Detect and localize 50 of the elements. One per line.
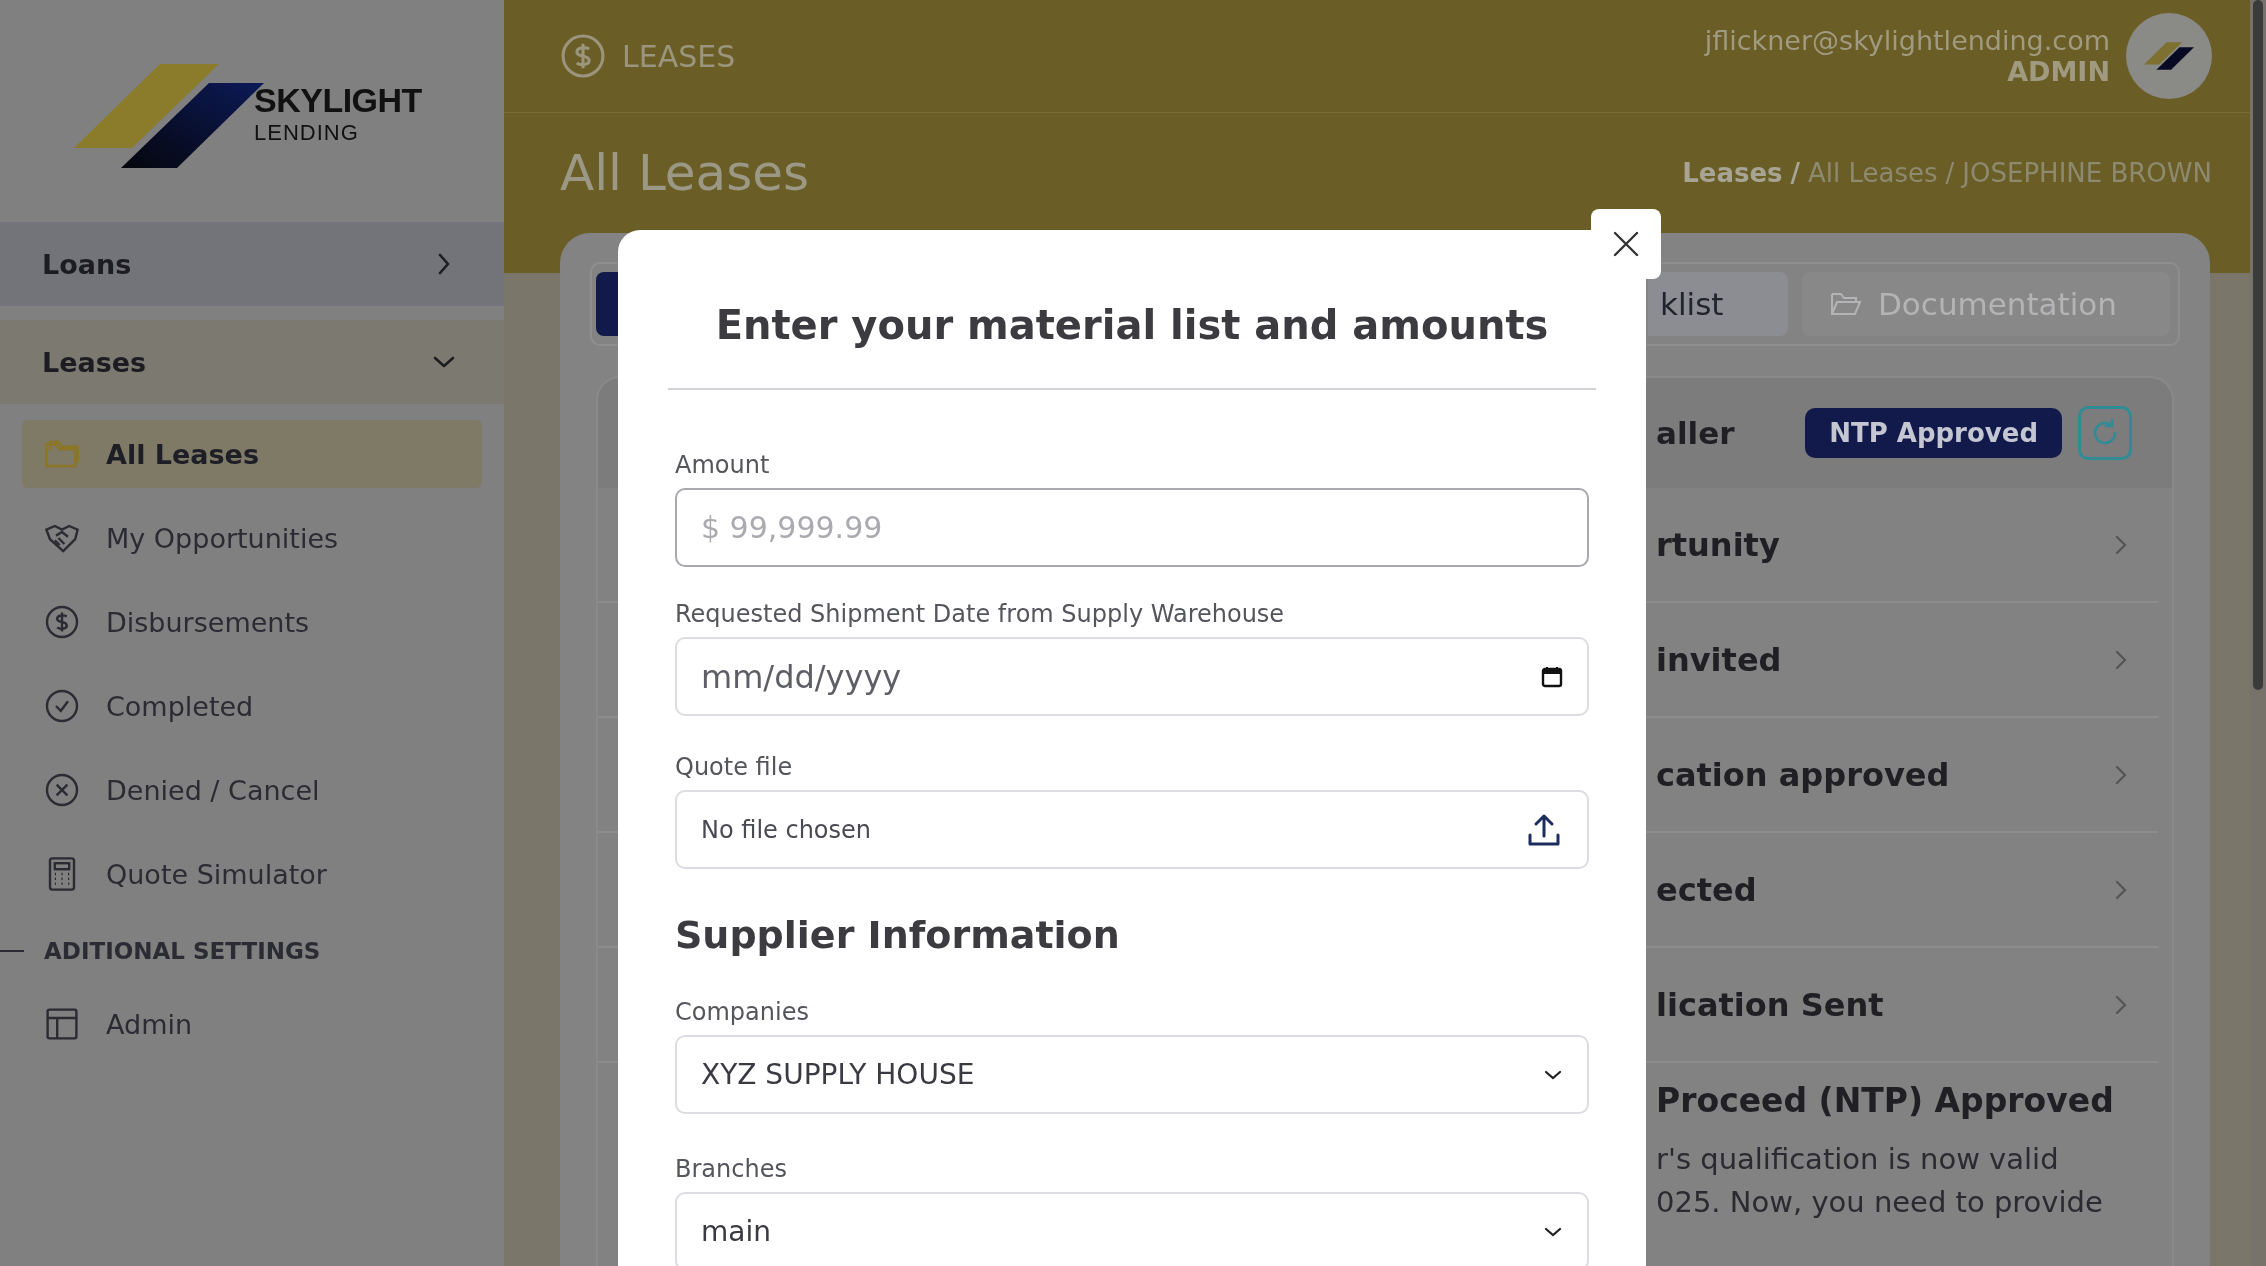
calendar-icon — [1541, 665, 1563, 688]
selected-tab[interactable] — [596, 272, 618, 336]
breadcrumb-separator: / — [1945, 158, 1955, 188]
amount-field[interactable]: $ 99,999.99 — [675, 488, 1589, 567]
layout-icon — [44, 1006, 80, 1042]
step-text: r's qualification is now valid — [1656, 1141, 2060, 1178]
section-title: LEASES — [622, 38, 736, 74]
user-email: jflickner@skylightlending.com — [1704, 25, 2110, 56]
modal-title: Enter your material list and amounts — [714, 301, 1550, 348]
breadcrumb-link[interactable]: Leases — [1682, 158, 1783, 188]
step-title: Proceed (NTP) Approved — [1656, 1081, 2115, 1120]
file-field[interactable]: No file chosen — [675, 790, 1589, 869]
folder-icon — [1830, 290, 1862, 318]
cross-icon — [44, 772, 80, 808]
logo-name: SKYLIGHT — [254, 80, 422, 120]
nav-group[interactable]: Loans — [0, 222, 504, 306]
select-field[interactable]: main — [675, 1192, 1589, 1266]
breadcrumb-separator: / — [1790, 158, 1801, 188]
section-heading: ADITIONAL SETTINGS — [44, 938, 321, 964]
dollar-icon — [560, 33, 606, 79]
nav-item[interactable]: Denied / Cancel — [22, 756, 482, 824]
select-field[interactable]: XYZ SUPPLY HOUSE — [675, 1035, 1589, 1114]
status-badge: NTP Approved — [1805, 408, 2062, 458]
page-title: All Leases — [560, 144, 810, 202]
caret-icon — [1543, 1225, 1563, 1238]
tab[interactable]: klist — [1648, 272, 1788, 336]
close-icon — [1612, 230, 1640, 258]
field-label: Branches — [675, 1154, 788, 1184]
field-label: Quote file — [675, 752, 794, 782]
user-role: ADMIN — [2007, 56, 2110, 87]
nav-item[interactable]: All Leases — [22, 420, 482, 488]
caret-icon — [1543, 1068, 1563, 1081]
date-field[interactable]: mm/dd/yyyy — [675, 637, 1589, 716]
check-icon — [44, 688, 80, 724]
logo-tagline: LENDING — [254, 119, 360, 146]
nav-item[interactable]: Disbursements — [22, 588, 482, 656]
field-label: Amount — [675, 450, 771, 480]
field-label: Requested Shipment Date from Supply Warehouse — [675, 599, 1286, 629]
dollar-icon — [44, 604, 80, 640]
nav-item[interactable]: Quote Simulator — [22, 840, 482, 908]
nav-item[interactable]: My Opportunities — [22, 504, 482, 572]
nav-item[interactable]: Completed — [22, 672, 482, 740]
breadcrumb-link[interactable]: All Leases — [1808, 158, 1938, 188]
scrollbar-thumb[interactable] — [2253, 0, 2263, 690]
field-label: Companies — [675, 997, 810, 1027]
panel-title: aller — [1656, 415, 1735, 451]
section-heading: Supplier Information — [675, 913, 1121, 957]
nav-group[interactable]: Leases — [0, 320, 504, 404]
step-text: 025. Now, you need to provide — [1656, 1184, 2104, 1221]
nav-item[interactable]: Admin — [22, 990, 482, 1058]
